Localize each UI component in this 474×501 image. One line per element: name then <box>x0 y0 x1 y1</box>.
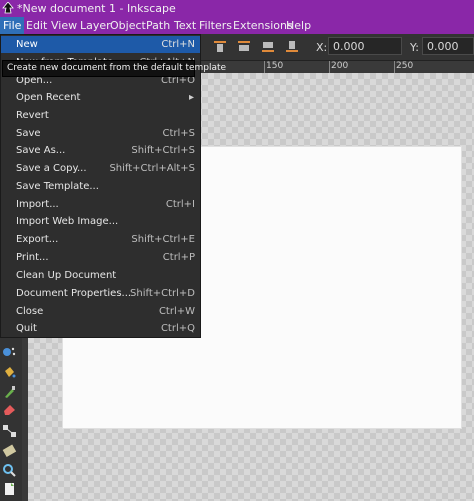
menu-item-label: Import... <box>16 199 59 210</box>
menu-item-open-recent[interactable]: Open Recent ▸ <box>1 89 200 106</box>
align-bottom-icon[interactable] <box>285 40 299 53</box>
ruler-tick-label: 250 <box>396 61 414 71</box>
menu-item-import-web-image[interactable]: Import Web Image... <box>1 213 200 230</box>
tooltip: Create new document from the default tem… <box>2 60 226 77</box>
spray-tool-icon[interactable] <box>2 345 17 359</box>
menu-item-label: Revert <box>16 110 49 121</box>
menu-item-label: New <box>16 39 38 50</box>
menu-item-shortcut: Ctrl+N <box>161 39 195 50</box>
menu-item-save[interactable]: Save Ctrl+S <box>1 125 200 142</box>
menu-item-label: Save a Copy... <box>16 163 87 174</box>
menu-edit[interactable]: Edit <box>23 17 50 34</box>
menu-item-label: Save Template... <box>16 181 99 192</box>
menu-text[interactable]: Text <box>171 17 199 34</box>
menu-item-close[interactable]: Close Ctrl+W <box>1 303 200 320</box>
ruler-tick-label: 150 <box>266 61 284 71</box>
menu-item-shortcut: Ctrl+I <box>165 199 195 210</box>
eraser-tool-icon[interactable] <box>2 402 17 416</box>
y-input[interactable]: 0.000 <box>422 37 474 55</box>
align-top-icon[interactable] <box>213 40 227 53</box>
menu-item-label: Close <box>16 306 44 317</box>
menu-item-shortcut: Ctrl+S <box>162 128 195 139</box>
menu-item-quit[interactable]: Quit Ctrl+Q <box>1 320 200 337</box>
menu-item-import[interactable]: Import... Ctrl+I <box>1 196 200 213</box>
inkscape-logo-icon <box>2 2 14 14</box>
align-raise-icon[interactable] <box>237 40 251 53</box>
menu-bar: File Edit View Layer Object Path Text Fi… <box>0 17 474 34</box>
pages-tool-icon[interactable] <box>2 482 17 496</box>
file-menu: New Ctrl+N New from Template... Ctrl+Alt… <box>0 34 201 338</box>
menu-help[interactable]: Help <box>283 17 314 34</box>
menu-item-save-template[interactable]: Save Template... <box>1 178 200 195</box>
x-label: X: <box>316 41 328 54</box>
x-input[interactable]: 0.000 <box>328 37 402 55</box>
menu-item-label: Export... <box>16 234 59 245</box>
menu-item-shortcut: Shift+Ctrl+Alt+S <box>109 163 195 174</box>
ruler-tick-label: 200 <box>331 61 349 71</box>
menu-item-save-a-copy[interactable]: Save a Copy... Shift+Ctrl+Alt+S <box>1 160 200 177</box>
ruler-tick-line <box>264 61 265 73</box>
zoom-tool-icon[interactable] <box>2 463 17 477</box>
menu-item-label: Import Web Image... <box>16 216 119 227</box>
ruler-tick-line <box>329 61 330 73</box>
dropper-tool-icon[interactable] <box>2 385 17 399</box>
ruler-tick-line <box>394 61 395 73</box>
menu-item-print[interactable]: Print... Ctrl+P <box>1 249 200 266</box>
menu-item-label: Save <box>16 128 41 139</box>
menu-item-revert[interactable]: Revert <box>1 107 200 124</box>
menu-item-shortcut: Shift+Ctrl+E <box>131 234 195 245</box>
paint-bucket-icon[interactable] <box>2 365 17 379</box>
menu-item-label: Save As... <box>16 145 66 156</box>
menu-item-label: Open Recent <box>16 92 81 103</box>
align-lower-icon[interactable] <box>261 40 275 53</box>
menu-item-shortcut: Shift+Ctrl+D <box>130 288 195 299</box>
menu-item-shortcut: Ctrl+P <box>162 252 195 263</box>
menu-item-document-properties[interactable]: Document Properties... Shift+Ctrl+D <box>1 285 200 302</box>
window-title: *New document 1 - Inkscape <box>17 2 176 15</box>
menu-view[interactable]: View <box>48 17 80 34</box>
menu-item-export[interactable]: Export... Shift+Ctrl+E <box>1 231 200 248</box>
title-bar: *New document 1 - Inkscape <box>0 0 474 17</box>
menu-item-shortcut: Ctrl+W <box>158 306 195 317</box>
menu-file[interactable]: File <box>0 17 25 34</box>
menu-item-save-as[interactable]: Save As... Shift+Ctrl+S <box>1 142 200 159</box>
menu-item-shortcut: Shift+Ctrl+S <box>131 145 195 156</box>
submenu-arrow-icon: ▸ <box>188 92 194 103</box>
menu-item-label: Clean Up Document <box>16 270 117 281</box>
y-label: Y: <box>410 41 419 54</box>
menu-path[interactable]: Path <box>143 17 173 34</box>
menu-item-clean-up-document[interactable]: Clean Up Document <box>1 267 200 284</box>
menu-item-label: Document Properties... <box>16 288 132 299</box>
menu-item-new[interactable]: New Ctrl+N <box>1 36 200 53</box>
menu-item-shortcut: Ctrl+Q <box>160 323 195 334</box>
menu-item-label: Print... <box>16 252 49 263</box>
measure-tool-icon[interactable] <box>2 444 17 458</box>
connector-tool-icon[interactable] <box>2 424 17 438</box>
menu-item-label: Quit <box>16 323 37 334</box>
